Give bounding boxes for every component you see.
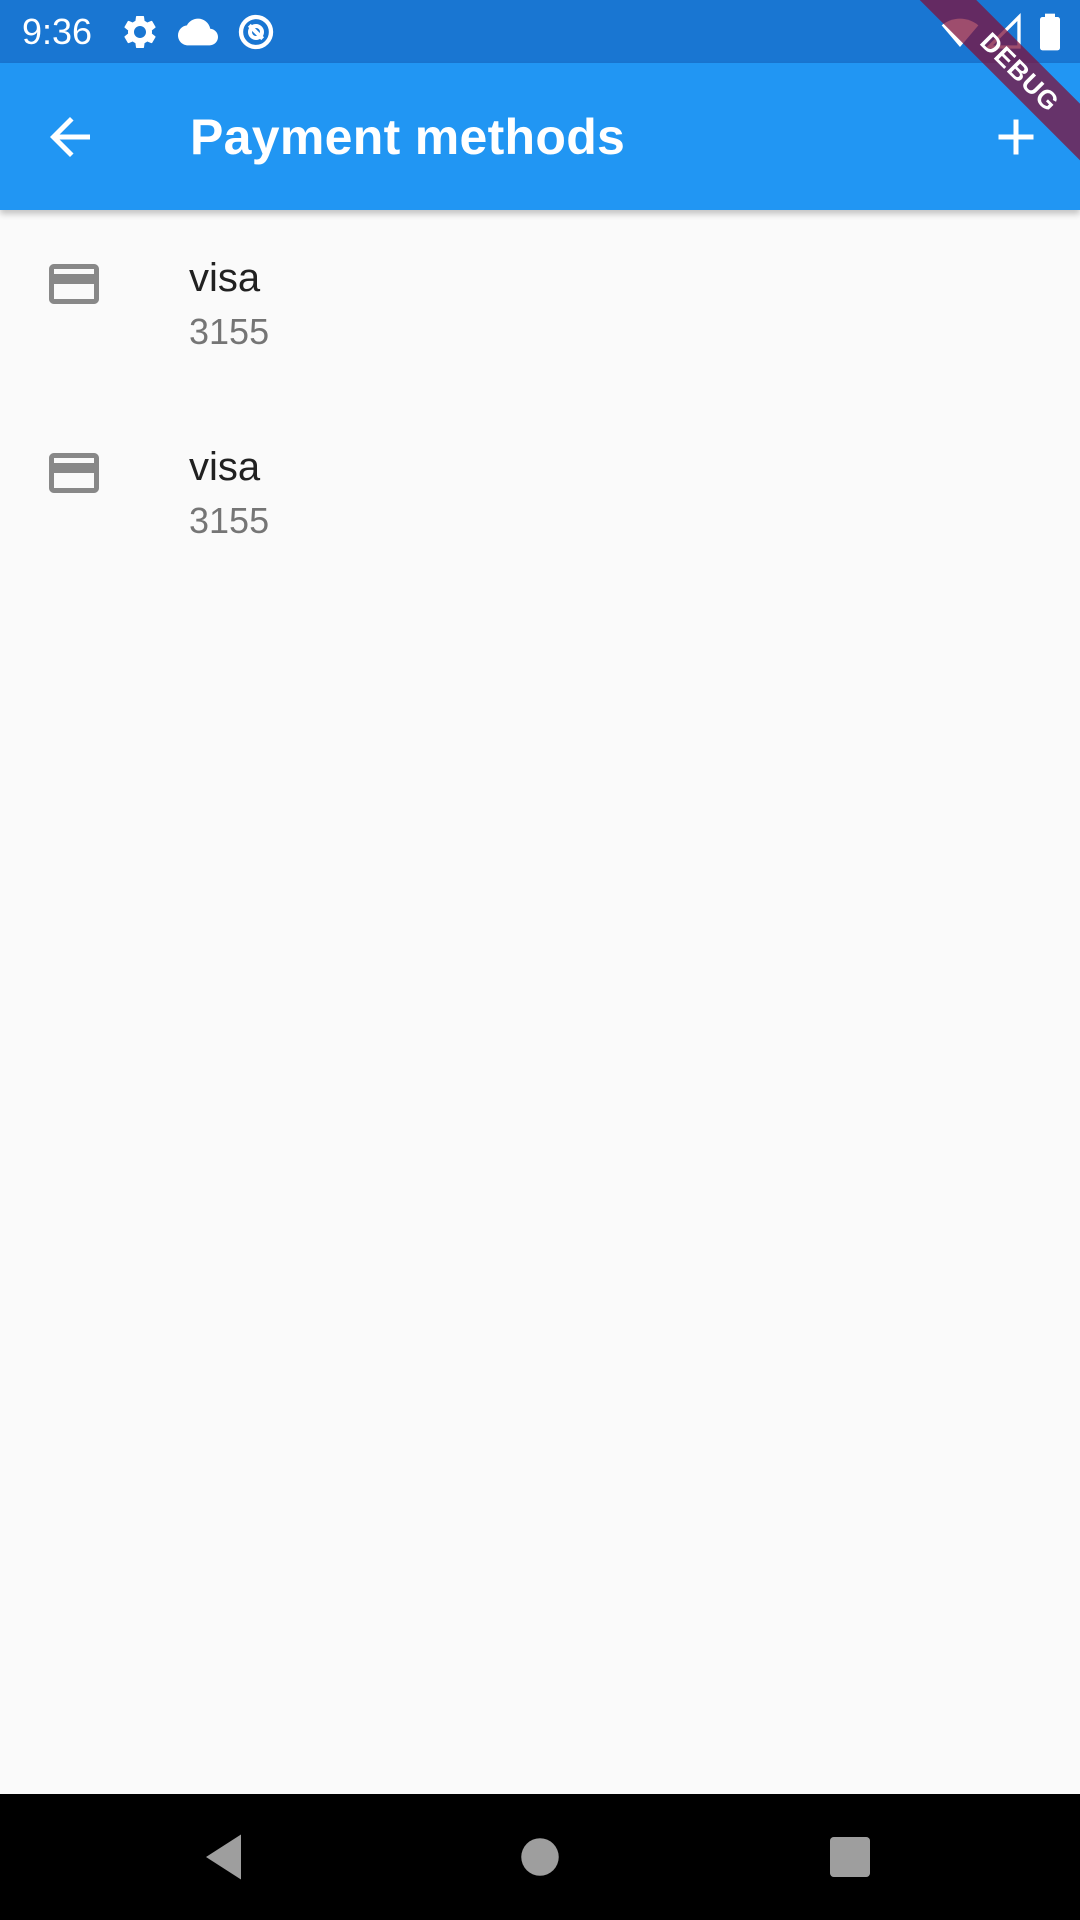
system-nav-bar: [0, 1794, 1080, 1920]
payment-method-item[interactable]: visa 3155: [0, 210, 1080, 399]
credit-card-icon: [44, 443, 104, 503]
recents-square-icon[interactable]: [820, 1827, 880, 1887]
back-button[interactable]: [40, 107, 100, 167]
card-last4: 3155: [189, 500, 270, 541]
battery-icon: [1030, 12, 1070, 52]
back-triangle-icon[interactable]: [196, 1827, 256, 1887]
at-sign-icon: [236, 12, 276, 52]
arrow-back-icon: [50, 117, 90, 157]
payment-methods-list: visa 3155 visa 3155: [0, 210, 1080, 588]
status-bar: 9:36: [0, 0, 1080, 63]
status-time: 9:36: [22, 11, 93, 52]
card-brand: visa: [189, 256, 261, 300]
app-bar: Payment methods: [0, 63, 1080, 210]
settings-icon: [120, 12, 160, 52]
card-last4: 3155: [189, 311, 270, 352]
cloud-icon: [178, 12, 218, 52]
card-brand: visa: [189, 445, 261, 489]
credit-card-icon: [44, 254, 104, 314]
payment-method-item[interactable]: visa 3155: [0, 399, 1080, 588]
home-circle-icon[interactable]: [510, 1827, 570, 1887]
page-title: Payment methods: [190, 109, 626, 165]
